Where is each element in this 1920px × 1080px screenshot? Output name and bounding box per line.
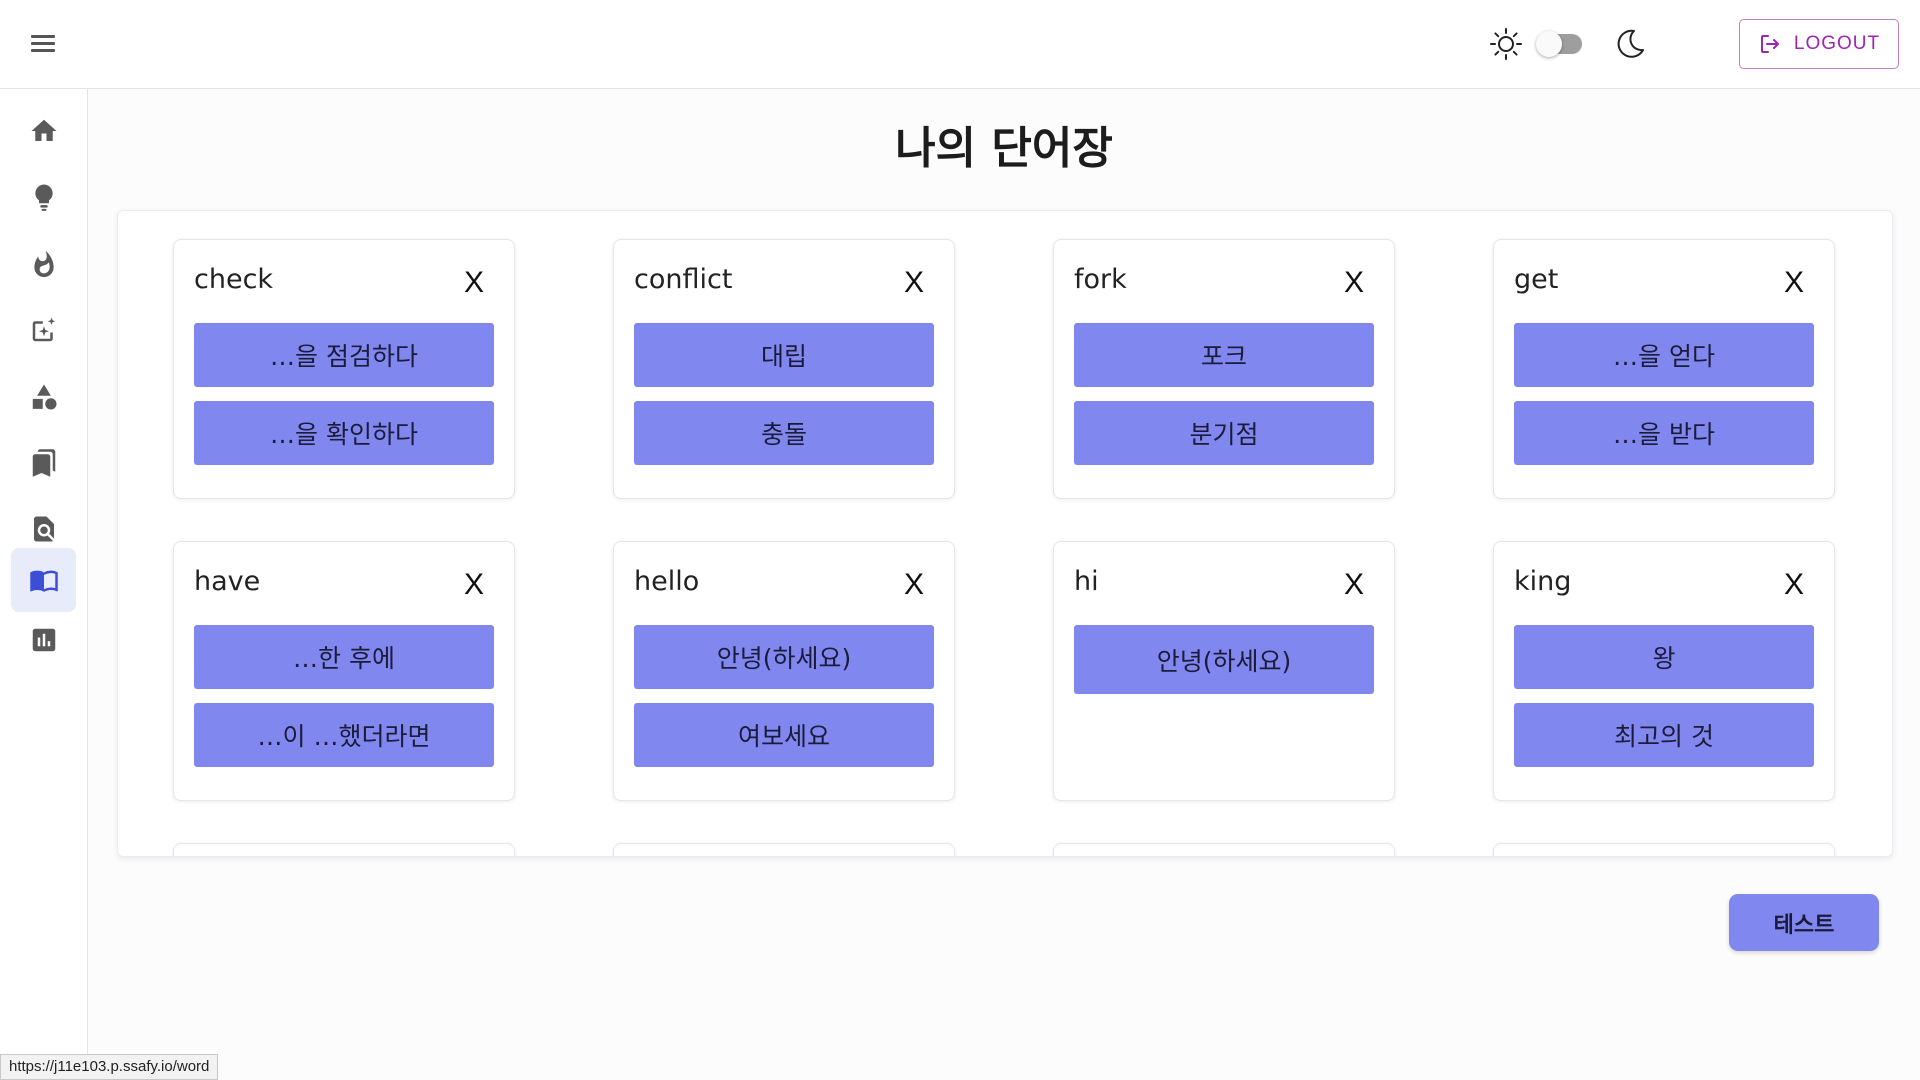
word-card	[613, 843, 955, 856]
meaning-chip[interactable]: 대립	[634, 323, 934, 387]
search-document-icon	[33, 516, 54, 542]
sidebar-item-ideas[interactable]	[11, 165, 76, 229]
fire-icon	[33, 250, 54, 278]
delete-word-button[interactable]: X	[904, 568, 924, 602]
shapes-icon	[32, 384, 56, 410]
card-word: fork	[1074, 264, 1127, 295]
delete-word-button[interactable]: X	[464, 266, 484, 300]
status-bar-url: https://j11e103.p.ssafy.io/word	[0, 1054, 219, 1080]
bar-chart-icon	[32, 628, 55, 652]
meaning-chip[interactable]: 여보세요	[634, 703, 934, 767]
sidebar-item-bookmarks[interactable]	[11, 431, 76, 495]
meaning-chip[interactable]: …을 받다	[1514, 401, 1814, 465]
meaning-chip[interactable]: …을 점검하다	[194, 323, 494, 387]
word-card: have X …한 후에 …이 …했더라면	[173, 541, 515, 801]
word-card: conflict X 대립 충돌	[613, 239, 955, 499]
delete-word-button[interactable]: X	[1784, 568, 1804, 602]
delete-word-button[interactable]: X	[1784, 266, 1804, 300]
card-word: hi	[1074, 566, 1099, 597]
card-word: check	[194, 264, 274, 295]
meaning-chip[interactable]: 분기점	[1074, 401, 1374, 465]
toggle-knob	[1536, 31, 1562, 57]
bookmarks-icon	[32, 449, 55, 477]
note-sparkle-icon	[32, 317, 55, 342]
word-card	[1493, 843, 1835, 856]
theme-toggle[interactable]	[1536, 31, 1582, 57]
word-card	[173, 843, 515, 856]
sidebar-item-categories[interactable]	[11, 365, 76, 429]
meaning-chip[interactable]: 왕	[1514, 625, 1814, 689]
delete-word-button[interactable]: X	[1344, 568, 1364, 602]
delete-word-button[interactable]: X	[1344, 266, 1364, 300]
meaning-chip[interactable]: 최고의 것	[1514, 703, 1814, 767]
moon-icon	[1617, 29, 1644, 58]
sidebar	[0, 89, 88, 1080]
word-card: fork X 포크 분기점	[1053, 239, 1395, 499]
word-card: check X …을 점검하다 …을 확인하다	[173, 239, 515, 499]
word-card: hello X 안녕(하세요) 여보세요	[613, 541, 955, 801]
logout-label: LOGOUT	[1793, 33, 1881, 54]
logout-button[interactable]: LOGOUT	[1739, 19, 1899, 69]
lightbulb-icon	[34, 184, 53, 211]
meaning-chip[interactable]: 포크	[1074, 323, 1374, 387]
meaning-chip[interactable]: …을 확인하다	[194, 401, 494, 465]
delete-word-button[interactable]: X	[904, 266, 924, 300]
sidebar-item-home[interactable]	[11, 99, 76, 163]
meaning-chip[interactable]: …이 …했더라면	[194, 703, 494, 767]
word-card: hi X 안녕(하세요)	[1053, 541, 1395, 801]
sidebar-item-wordbook[interactable]	[11, 548, 76, 612]
top-app-bar: LOGOUT	[0, 0, 1920, 89]
meaning-chip[interactable]: …을 얻다	[1514, 323, 1814, 387]
word-card-panel: check X …을 점검하다 …을 확인하다 conflict X 대립 충돌…	[117, 210, 1893, 857]
delete-word-button[interactable]: X	[464, 568, 484, 602]
meaning-chip[interactable]: 안녕(하세요)	[1074, 625, 1374, 694]
card-word: get	[1514, 264, 1559, 295]
word-card: king X 왕 최고의 것	[1493, 541, 1835, 801]
sun-icon	[1490, 28, 1522, 60]
sidebar-item-create[interactable]	[11, 298, 76, 362]
page-title: 나의 단어장	[895, 123, 1113, 174]
sidebar-item-stats[interactable]	[11, 608, 76, 672]
menu-icon[interactable]	[28, 32, 58, 56]
card-word: king	[1514, 566, 1572, 597]
meaning-chip[interactable]: 충돌	[634, 401, 934, 465]
word-card	[1053, 843, 1395, 856]
sidebar-item-hot[interactable]	[11, 232, 76, 296]
logout-icon	[1760, 35, 1779, 53]
card-word: have	[194, 566, 261, 597]
home-icon	[31, 119, 56, 141]
open-book-icon	[29, 570, 58, 592]
word-card: get X …을 얻다 …을 받다	[1493, 239, 1835, 499]
card-word: hello	[634, 566, 700, 597]
card-word: conflict	[634, 264, 733, 295]
meaning-chip[interactable]: 안녕(하세요)	[634, 625, 934, 689]
meaning-chip[interactable]: …한 후에	[194, 625, 494, 689]
test-button[interactable]: 테스트	[1729, 894, 1879, 951]
